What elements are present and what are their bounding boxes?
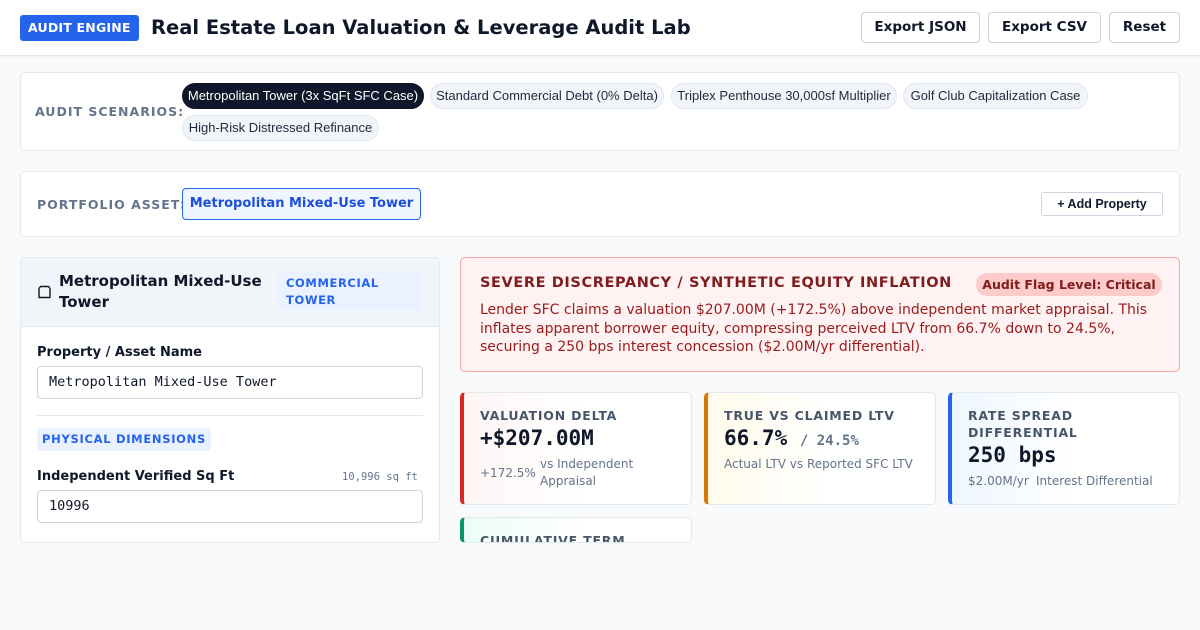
property-panel-header: Metropolitan Mixed-Use Tower COMMERCIAL … xyxy=(21,258,439,327)
metric-sub-percent: +172.5% xyxy=(480,466,536,480)
cumulative-term-card: CUMULATIVE TERM xyxy=(460,517,692,543)
metric-value: 66.7% / 24.5% xyxy=(724,426,859,450)
export-csv-button[interactable]: Export CSV xyxy=(988,12,1101,43)
building-icon xyxy=(38,285,51,299)
metric-label: TRUE VS CLAIMED LTV xyxy=(724,408,895,423)
metric-value: 250 bps xyxy=(968,443,1057,467)
asset-name-input[interactable]: Metropolitan Mixed-Use Tower xyxy=(37,366,423,399)
sqft-label: Independent Verified Sq Ft xyxy=(37,469,235,484)
app-title: Real Estate Loan Valuation & Leverage Au… xyxy=(151,16,691,39)
export-json-button[interactable]: Export JSON xyxy=(861,12,980,43)
metric-sub-caption: Actual LTV vs Reported SFC LTV xyxy=(724,457,913,471)
property-title: Metropolitan Mixed-Use Tower xyxy=(59,272,262,311)
alert-title: SEVERE DISCREPANCY / SYNTHETIC EQUITY IN… xyxy=(480,275,952,291)
rate-spread-card: RATE SPREAD DIFFERENTIAL 250 bps $2.00M/… xyxy=(948,392,1180,505)
metric-sub-amount: $2.00M/yr xyxy=(968,474,1029,488)
true-ltv-value: 66.7% xyxy=(724,426,788,450)
valuation-delta-card: VALUATION DELTA +$207.00M +172.5% vs Ind… xyxy=(460,392,692,505)
metric-sub-caption: Interest Differential xyxy=(1036,474,1153,488)
section-divider xyxy=(37,415,423,416)
portfolio-label: PORTFOLIO ASSETS: xyxy=(37,197,197,212)
add-property-button[interactable]: + Add Property xyxy=(1041,192,1163,216)
sqft-input[interactable]: 10996 xyxy=(37,490,423,523)
property-type-tag: COMMERCIAL TOWER xyxy=(278,272,421,310)
asset-name-label: Property / Asset Name xyxy=(37,345,203,360)
discrepancy-alert: SEVERE DISCREPANCY / SYNTHETIC EQUITY IN… xyxy=(460,257,1180,372)
audit-flag-badge: Audit Flag Level: Critical xyxy=(976,273,1162,296)
reset-button[interactable]: Reset xyxy=(1109,12,1180,43)
ltv-card: TRUE VS CLAIMED LTV 66.7% / 24.5% Actual… xyxy=(704,392,936,505)
sqft-hint: 10,996 sq ft xyxy=(342,471,418,483)
metric-sub-caption: vs Independent Appraisal xyxy=(540,457,634,488)
metric-value: +$207.00M xyxy=(480,426,594,450)
metric-label: VALUATION DELTA xyxy=(480,408,618,423)
top-bar: AUDIT ENGINE Real Estate Loan Valuation … xyxy=(0,0,1200,56)
metric-label: CUMULATIVE TERM xyxy=(480,533,626,543)
scenario-chip-distressed-refinance[interactable]: High-Risk Distressed Refinance xyxy=(182,115,379,141)
scenario-chip-golf-club[interactable]: Golf Club Capitalization Case xyxy=(903,83,1088,109)
scenario-chip-metropolitan-tower[interactable]: Metropolitan Tower (3x SqFt SFC Case) xyxy=(182,83,424,109)
scenarios-label: AUDIT SCENARIOS: xyxy=(35,104,185,119)
scenario-chip-standard-commercial[interactable]: Standard Commercial Debt (0% Delta) xyxy=(430,83,664,109)
claimed-ltv-value: / 24.5% xyxy=(799,433,859,449)
property-panel: Metropolitan Mixed-Use Tower COMMERCIAL … xyxy=(20,257,440,543)
alert-body: Lender SFC claims a valuation $207.00M (… xyxy=(480,302,1148,356)
metric-label: RATE SPREAD DIFFERENTIAL xyxy=(968,408,1078,440)
audit-engine-badge: AUDIT ENGINE xyxy=(20,15,139,41)
scenario-chip-triplex-penthouse[interactable]: Triplex Penthouse 30,000sf Multiplier xyxy=(671,83,897,109)
asset-tab-metropolitan-tower[interactable]: Metropolitan Mixed-Use Tower xyxy=(182,188,421,220)
physical-dimensions-tag: PHYSICAL DIMENSIONS xyxy=(37,428,211,451)
